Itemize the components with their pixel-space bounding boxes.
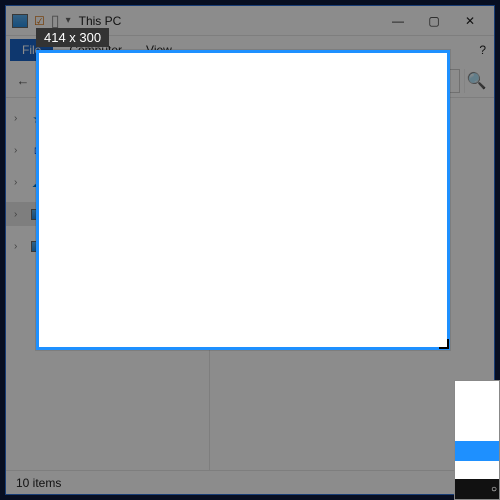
search-icon[interactable]: 🔍 [464,69,488,93]
back-button[interactable]: ← [12,70,34,92]
qat-dropdown-icon[interactable]: ▾ [66,15,71,26]
expand-icon[interactable]: › [14,177,24,188]
capture-dimension-label: 414 x 300 [36,28,109,47]
expand-icon[interactable]: › [14,145,24,156]
explorer-icon [12,14,28,28]
toolbar-highlight[interactable] [455,441,499,461]
qat-checkbox-icon[interactable]: ☑ [34,14,45,28]
toolbar-dark-row: ○ [455,479,499,499]
window-title: This PC [79,14,122,28]
expand-icon[interactable]: › [14,209,24,220]
help-button[interactable]: ? [471,39,494,61]
expand-icon[interactable]: › [14,241,24,252]
capture-toolbar[interactable]: ○ [454,380,500,500]
toolbar-dot-icon[interactable]: ○ [491,484,497,495]
status-bar: 10 items [6,470,494,494]
expand-icon[interactable]: › [14,113,24,124]
minimize-button[interactable]: — [380,7,416,35]
resize-handle[interactable] [435,335,449,349]
capture-region[interactable] [36,50,450,350]
close-button[interactable]: ✕ [452,7,488,35]
item-count: 10 items [16,476,61,490]
maximize-button[interactable]: ▢ [416,7,452,35]
